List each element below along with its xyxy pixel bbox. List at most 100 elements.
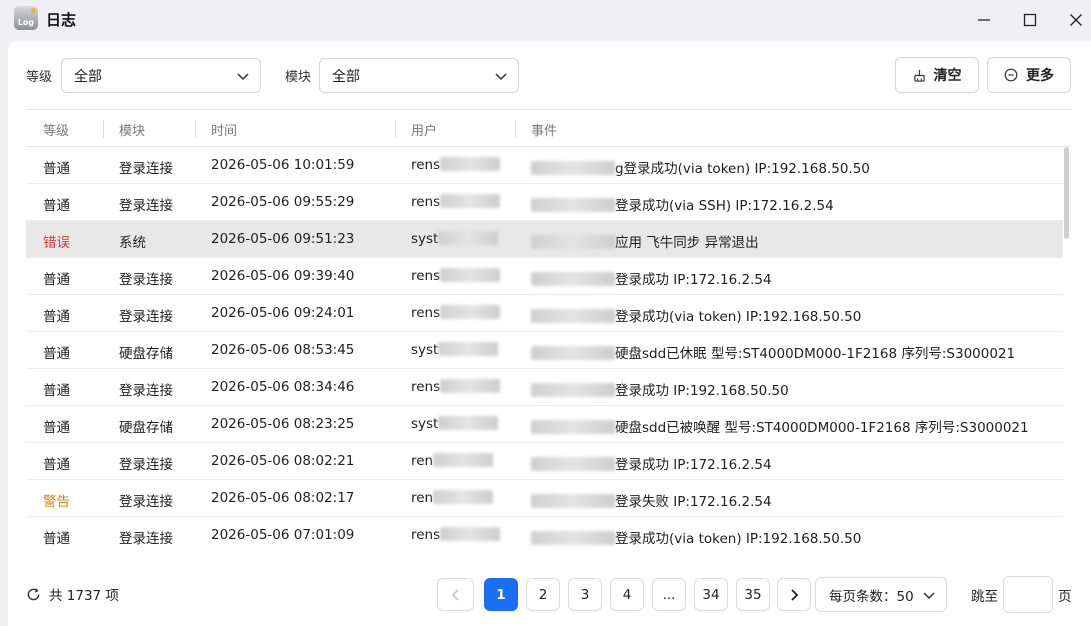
app-icon-text: Log [17, 18, 35, 27]
cell-level: 普通 [43, 453, 70, 473]
cell-user: syst [411, 342, 499, 358]
cell-time-text: 2026-05-06 09:55:29 [211, 194, 355, 210]
table-row[interactable]: 普通 硬盘存储 2026-05-06 08:53:45 syst 硬盘sdd已休眠 型号… [26, 332, 1063, 369]
module-filter-select[interactable]: 全部 [319, 58, 519, 93]
cell-user-text: syst [411, 416, 439, 432]
page-button[interactable]: 2 [526, 578, 560, 611]
cell-level-text: 错误 [43, 235, 70, 251]
redacted-username-mask [531, 309, 615, 323]
cell-module-text: 登录连接 [119, 161, 173, 177]
more-button[interactable]: 更多 [987, 57, 1071, 93]
cell-time-text: 2026-05-06 07:01:09 [211, 527, 355, 543]
cell-event-text: 登录成功(via token) IP:192.168.50.50 [615, 531, 862, 547]
table-row[interactable]: 错误 系统 2026-05-06 09:51:23 syst 应用 飞牛同步 异常退出 [26, 221, 1063, 258]
cell-module: 登录连接 [119, 379, 173, 399]
redacted-username-mask [438, 231, 499, 245]
redacted-username-mask [531, 383, 615, 397]
cell-user-text: rens [411, 157, 441, 173]
cell-event-text: 登录成功 IP:172.16.2.54 [615, 457, 772, 473]
column-header-level[interactable]: 等级 [43, 120, 69, 139]
column-separator[interactable] [515, 120, 516, 138]
level-filter-select[interactable]: 全部 [61, 58, 261, 93]
table-row[interactable]: 普通 登录连接 2026-05-06 07:01:09 rens 登录成功(via to… [26, 517, 1063, 553]
cell-module: 登录连接 [119, 490, 173, 510]
module-filter-value: 全部 [332, 68, 360, 85]
jump-to-page-input[interactable] [1003, 576, 1053, 613]
column-header-user[interactable]: 用户 [411, 120, 437, 139]
cell-module: 登录连接 [119, 157, 173, 177]
redacted-username-mask [440, 157, 501, 171]
redacted-username-mask [531, 420, 615, 434]
close-button[interactable] [1064, 8, 1088, 32]
cell-level-text: 普通 [43, 420, 70, 436]
page-button[interactable]: 1 [484, 578, 518, 611]
cell-module: 登录连接 [119, 527, 173, 547]
cell-level: 错误 [43, 231, 70, 251]
cell-module-text: 登录连接 [119, 272, 173, 288]
cell-event-text: 登录成功(via SSH) IP:172.16.2.54 [615, 198, 834, 214]
table-row[interactable]: 普通 硬盘存储 2026-05-06 08:23:25 syst 硬盘sdd已被唤醒 型… [26, 406, 1063, 443]
page-button[interactable]: 34 [694, 578, 728, 611]
cell-time: 2026-05-06 09:39:40 [211, 268, 354, 284]
redacted-username-mask [531, 494, 615, 508]
column-header-module[interactable]: 模块 [119, 120, 145, 139]
cell-user: syst [411, 416, 499, 432]
cell-event: g登录成功(via token) IP:192.168.50.50 [531, 157, 870, 177]
column-separator[interactable] [395, 120, 396, 138]
table-row[interactable]: 普通 登录连接 2026-05-06 08:02:21 ren 登录成功 IP:172.… [26, 443, 1063, 480]
title-bar: Log 日志 [0, 0, 1091, 40]
cell-event: 应用 飞牛同步 异常退出 [531, 231, 759, 251]
page-button[interactable]: 4 [610, 578, 644, 611]
cell-module-text: 登录连接 [119, 383, 173, 399]
cell-event-text: 硬盘sdd已被唤醒 型号:ST4000DM000-1F2168 序列号:S300… [615, 420, 1029, 436]
clear-button[interactable]: 清空 [895, 57, 979, 93]
cell-event: 硬盘sdd已被唤醒 型号:ST4000DM000-1F2168 序列号:S300… [531, 416, 1029, 436]
cell-event: 登录失败 IP:172.16.2.54 [531, 490, 772, 510]
table-row[interactable]: 普通 登录连接 2026-05-06 10:01:59 rens g登录成功(via t… [26, 147, 1063, 184]
table-row[interactable]: 普通 登录连接 2026-05-06 09:39:40 rens 登录成功 IP:172… [26, 258, 1063, 295]
minimize-button[interactable] [972, 8, 996, 32]
cell-level: 普通 [43, 379, 70, 399]
table-scrollbar[interactable] [1064, 147, 1069, 239]
page-button[interactable]: 3 [568, 578, 602, 611]
column-header-time[interactable]: 时间 [211, 120, 237, 139]
cell-level-text: 普通 [43, 198, 70, 214]
cell-user: rens [411, 194, 501, 210]
table-row[interactable]: 普通 登录连接 2026-05-06 09:55:29 rens 登录成功(via SS… [26, 184, 1063, 221]
maximize-icon [1023, 13, 1037, 27]
cell-module: 系统 [119, 231, 146, 251]
cell-event: 登录成功 IP:172.16.2.54 [531, 453, 772, 473]
column-header-event[interactable]: 事件 [531, 120, 557, 139]
page-button[interactable]: 35 [736, 578, 770, 611]
column-separator[interactable] [103, 120, 104, 138]
cell-time: 2026-05-06 09:51:23 [211, 231, 354, 247]
prev-page-button[interactable] [437, 578, 474, 611]
cell-time: 2026-05-06 08:53:45 [211, 342, 354, 358]
table-row[interactable]: 警告 登录连接 2026-05-06 08:02:17 ren 登录失败 IP:172.… [26, 480, 1063, 517]
redacted-username-mask [440, 268, 501, 282]
refresh-icon[interactable] [26, 587, 41, 602]
cell-level-text: 普通 [43, 383, 70, 399]
level-filter-value: 全部 [74, 68, 102, 85]
cell-module-text: 登录连接 [119, 494, 173, 510]
table-row[interactable]: 普通 登录连接 2026-05-06 08:34:46 rens 登录成功 IP:192… [26, 369, 1063, 406]
log-table-body: 普通 登录连接 2026-05-06 10:01:59 rens g登录成功(via t… [26, 147, 1063, 553]
cell-user: rens [411, 527, 501, 543]
cell-event: 硬盘sdd已休眠 型号:ST4000DM000-1F2168 序列号:S3000… [531, 342, 1015, 362]
cell-level: 普通 [43, 342, 70, 362]
cell-event-text: g登录成功(via token) IP:192.168.50.50 [615, 161, 870, 177]
maximize-button[interactable] [1018, 8, 1042, 32]
cell-time: 2026-05-06 09:55:29 [211, 194, 354, 210]
page-ellipsis-button[interactable]: ... [652, 578, 686, 611]
page-size-select[interactable]: 每页条数：50 [815, 577, 947, 612]
cell-time: 2026-05-06 10:01:59 [211, 157, 354, 173]
redacted-username-mask [531, 457, 615, 471]
jump-to-label: 跳至 [971, 589, 998, 605]
column-separator[interactable] [195, 120, 196, 138]
redacted-username-mask [531, 272, 615, 286]
cell-time-text: 2026-05-06 09:51:23 [211, 231, 355, 247]
table-row[interactable]: 普通 登录连接 2026-05-06 09:24:01 rens 登录成功(via to… [26, 295, 1063, 332]
next-page-button[interactable] [777, 578, 811, 611]
redacted-username-mask [433, 490, 494, 504]
cell-user-text: syst [411, 342, 439, 358]
